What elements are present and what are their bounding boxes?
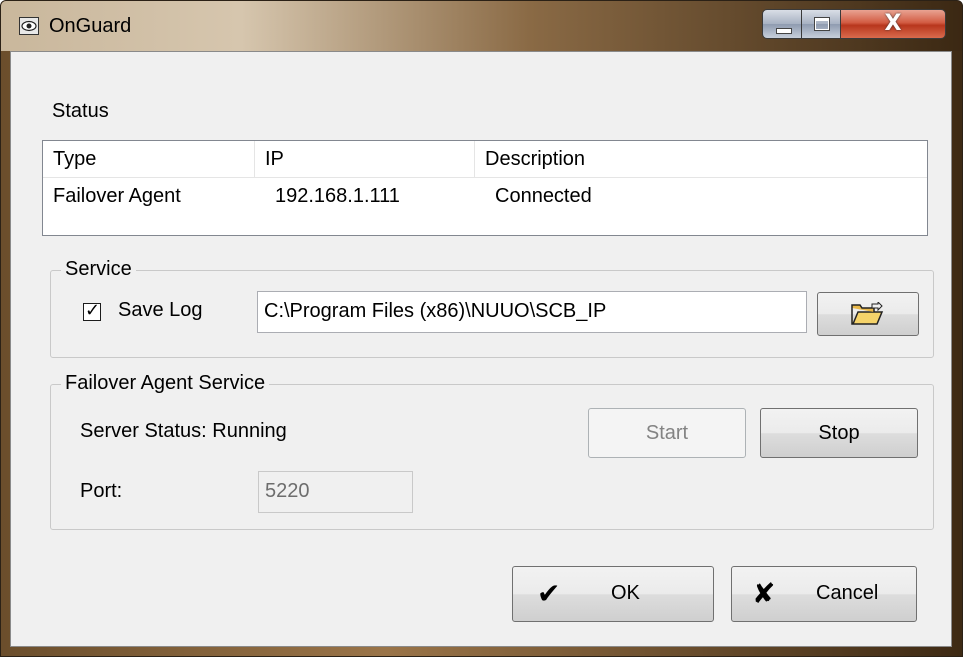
x-icon: ✘ bbox=[752, 577, 776, 610]
save-log-checkbox[interactable]: ✓ bbox=[83, 300, 101, 321]
minimize-button[interactable] bbox=[762, 9, 802, 39]
window-title: OnGuard bbox=[49, 15, 132, 37]
log-path-input[interactable]: C:\Program Files (x86)\NUUO\SCB_IP bbox=[257, 291, 807, 333]
save-log-label[interactable]: Save Log bbox=[118, 299, 203, 322]
status-list-header: Type IP Description bbox=[43, 141, 927, 178]
service-group-title: Service bbox=[61, 258, 136, 281]
cell-type: Failover Agent bbox=[53, 185, 181, 207]
cancel-label: Cancel bbox=[816, 582, 879, 604]
table-row[interactable]: Failover Agent 192.168.1.111 Connected bbox=[43, 179, 927, 213]
ok-label: OK bbox=[611, 582, 640, 604]
failover-group-title: Failover Agent Service bbox=[61, 372, 270, 395]
start-button[interactable]: Start bbox=[588, 408, 746, 458]
status-list[interactable]: Type IP Description Failover Agent 192.1… bbox=[42, 140, 928, 236]
ok-button[interactable]: ✔ OK bbox=[512, 566, 714, 622]
browse-folder-button[interactable] bbox=[817, 292, 919, 336]
status-label: Status bbox=[52, 100, 109, 122]
column-header-description[interactable]: Description bbox=[475, 141, 927, 177]
minimize-icon bbox=[776, 28, 792, 34]
eye-icon[interactable] bbox=[19, 17, 39, 35]
close-button[interactable]: X bbox=[840, 9, 946, 39]
port-input[interactable]: 5220 bbox=[258, 471, 413, 513]
close-icon: X bbox=[884, 11, 902, 36]
folder-open-icon bbox=[851, 302, 884, 325]
title-bar[interactable]: OnGuard X bbox=[1, 1, 962, 51]
checkmark-icon: ✓ bbox=[85, 300, 101, 321]
cancel-button[interactable]: ✘ Cancel bbox=[731, 566, 917, 622]
maximize-icon bbox=[814, 17, 830, 31]
cell-description: Connected bbox=[495, 185, 592, 207]
port-label: Port: bbox=[80, 480, 123, 502]
column-header-type[interactable]: Type bbox=[43, 141, 255, 177]
stop-button[interactable]: Stop bbox=[760, 408, 918, 458]
server-status-text: Server Status: Running bbox=[80, 420, 287, 442]
column-header-ip[interactable]: IP bbox=[255, 141, 475, 177]
checkmark-icon: ✔ bbox=[537, 577, 561, 610]
maximize-button[interactable] bbox=[801, 9, 841, 39]
cell-ip: 192.168.1.111 bbox=[275, 185, 400, 207]
